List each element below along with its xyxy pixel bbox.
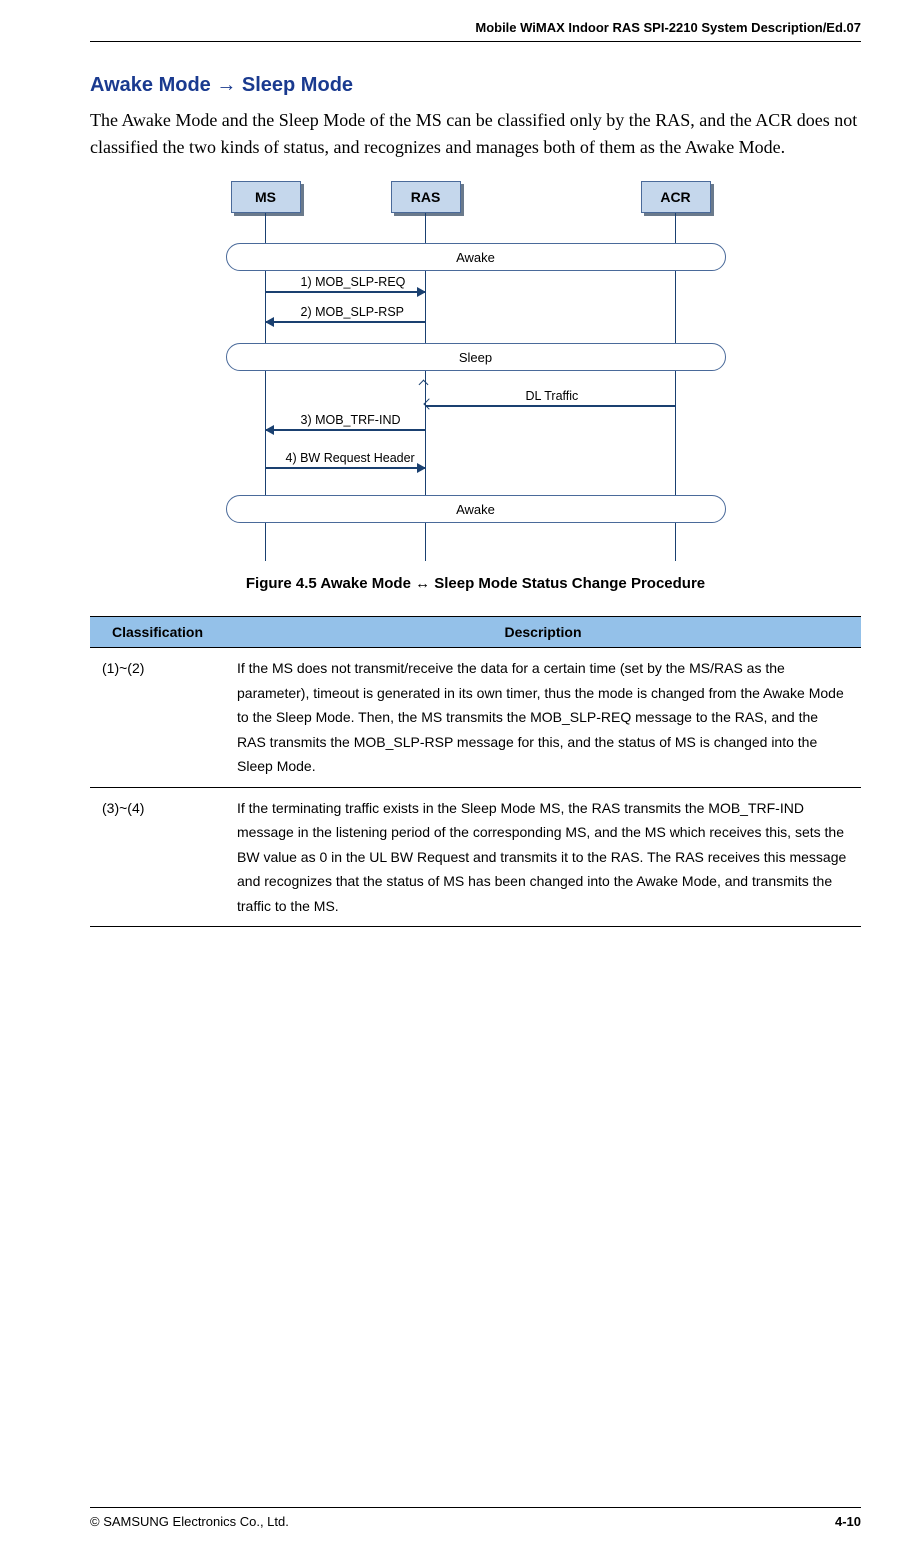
msg-line-3 xyxy=(266,429,425,431)
msg-label-3: 3) MOB_TRF-IND xyxy=(301,413,401,427)
footer-copyright: © SAMSUNG Electronics Co., Ltd. xyxy=(90,1514,289,1529)
state-awake-2: Awake xyxy=(226,495,726,523)
header-rule xyxy=(90,41,861,42)
msg-label-2: 2) MOB_SLP-RSP xyxy=(301,305,405,319)
section-paragraph: The Awake Mode and the Sleep Mode of the… xyxy=(90,107,861,161)
msg-line-dl xyxy=(426,405,675,407)
cell-classification: (3)~(4) xyxy=(90,787,225,927)
th-classification: Classification xyxy=(90,617,225,648)
th-description: Description xyxy=(225,617,861,648)
page-footer: © SAMSUNG Electronics Co., Ltd. 4-10 xyxy=(90,1507,861,1529)
table-row: (3)~(4) If the terminating traffic exist… xyxy=(90,787,861,927)
header-doc-title: Mobile WiMAX Indoor RAS SPI-2210 System … xyxy=(90,20,861,41)
sequence-diagram-wrapper: MS RAS ACR Awake 1) MOB_SLP-REQ 2) MOB_S… xyxy=(90,181,861,561)
dl-up-arrow xyxy=(418,380,428,390)
msg-label-4: 4) BW Request Header xyxy=(286,451,415,465)
actor-ms: MS xyxy=(231,181,301,213)
msg-label-1: 1) MOB_SLP-REQ xyxy=(301,275,406,289)
table-header-row: Classification Description xyxy=(90,617,861,648)
msg-label-dl: DL Traffic xyxy=(526,389,579,403)
msg-line-1 xyxy=(266,291,425,293)
table-row: (1)~(2) If the MS does not transmit/rece… xyxy=(90,648,861,788)
footer-page-number: 4-10 xyxy=(835,1514,861,1529)
description-table: Classification Description (1)~(2) If th… xyxy=(90,616,861,927)
state-sleep: Sleep xyxy=(226,343,726,371)
sequence-diagram: MS RAS ACR Awake 1) MOB_SLP-REQ 2) MOB_S… xyxy=(216,181,736,561)
cell-classification: (1)~(2) xyxy=(90,648,225,788)
msg-line-4 xyxy=(266,467,425,469)
cell-description: If the terminating traffic exists in the… xyxy=(225,787,861,927)
msg-line-2 xyxy=(266,321,425,323)
cell-description: If the MS does not transmit/receive the … xyxy=(225,648,861,788)
dl-up-segment xyxy=(425,386,427,405)
section-heading: Awake Mode → Sleep Mode xyxy=(90,74,861,97)
state-awake-1: Awake xyxy=(226,243,726,271)
actor-ras: RAS xyxy=(391,181,461,213)
actor-acr: ACR xyxy=(641,181,711,213)
figure-caption: Figure 4.5 Awake Mode ↔ Sleep Mode Statu… xyxy=(90,575,861,592)
